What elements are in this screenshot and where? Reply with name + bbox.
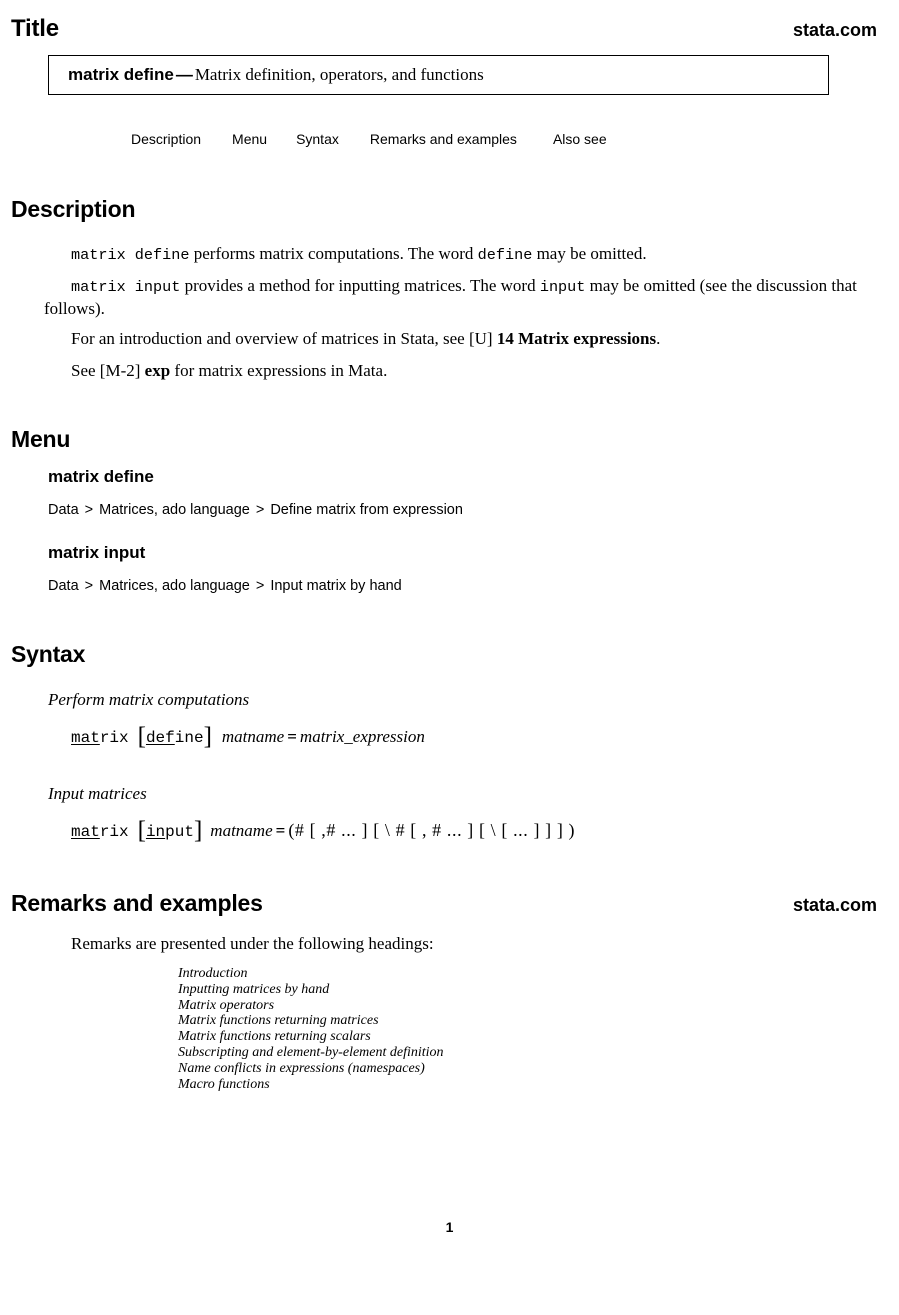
menu-path-matrix-input: Data > Matrices, ado language > Input matrix… — [48, 579, 402, 594]
menu-path-segment: Data — [48, 502, 79, 518]
syntax-line-matrix-input: matrix [input] matname = (# [ ,# ... ] [ \ #… — [71, 817, 576, 844]
menu-entry-title-matrix-define: matrix define — [48, 467, 154, 486]
nav-link-also-see[interactable]: Also see — [553, 131, 607, 147]
description-p4-text-1: See [M-2] — [71, 361, 145, 380]
syntax-opt-rest: put — [165, 823, 194, 841]
manual-ref-exp[interactable]: exp — [145, 361, 171, 380]
entry-title-box: matrix define — Matrix definition, operato… — [48, 55, 829, 95]
manual-ref-14-matrix-expressions[interactable]: 14 Matrix expressions — [497, 329, 656, 348]
description-paragraph-2: matrix input provides a method for input… — [44, 275, 877, 319]
stata-com-link-remarks[interactable]: stata.com — [793, 896, 877, 914]
entry-command-name: matrix define — [68, 65, 174, 84]
nav-link-menu[interactable]: Menu — [232, 131, 267, 147]
syntax-cmd-abbrev: mat — [71, 729, 100, 747]
list-item[interactable]: Introduction — [178, 966, 444, 982]
stata-com-link-header[interactable]: stata.com — [793, 21, 877, 39]
section-nav-links: Description Menu Syntax Remarks and exam… — [131, 131, 607, 147]
syntax-opt-rest: ine — [174, 729, 204, 747]
code-define: define — [477, 246, 533, 264]
description-paragraph-1: matrix define performs matrix computatio… — [71, 243, 877, 266]
menu-path-segment: Matrices, ado language — [99, 578, 250, 594]
description-p3-text-2: . — [656, 329, 661, 348]
nav-link-description[interactable]: Description — [131, 131, 201, 147]
page-header: Title stata.com — [11, 17, 877, 41]
menu-path-separator-icon: > — [255, 578, 265, 594]
menu-path-separator-icon: > — [84, 578, 94, 594]
syntax-arg-matname: matname — [221, 727, 285, 746]
list-item[interactable]: Subscripting and element-by-element defi… — [178, 1045, 444, 1061]
list-item[interactable]: Matrix operators — [178, 998, 444, 1014]
page-title: Title — [11, 15, 59, 42]
list-item[interactable]: Name conflicts in expressions (namespace… — [178, 1061, 444, 1077]
syntax-cmd-rest: rix — [99, 729, 129, 747]
heading-menu: Menu — [11, 426, 71, 452]
description-p3-text-1: For an introduction and overview of matr… — [71, 329, 497, 348]
entry-title-description: Matrix definition, operators, and functi… — [194, 65, 484, 84]
menu-entry-title-matrix-input: matrix input — [48, 543, 146, 562]
syntax-label-input-matrices: Input matrices — [48, 784, 147, 803]
syntax-arg-matrix-expression: matrix_expression — [299, 727, 425, 746]
menu-path-separator-icon: > — [84, 502, 94, 518]
syntax-cmd-abbrev: mat — [71, 823, 100, 841]
list-item[interactable]: Macro functions — [178, 1077, 444, 1093]
heading-remarks-and-examples: Remarks and examples — [11, 890, 263, 916]
syntax-equals-sign: = — [275, 821, 286, 840]
menu-path-segment: Data — [48, 578, 79, 594]
menu-path-segment: Input matrix by hand — [270, 578, 402, 594]
menu-path-segment: Matrices, ado language — [99, 502, 250, 518]
heading-remarks-row: Remarks and examples stata.com — [11, 892, 877, 915]
nav-link-syntax[interactable]: Syntax — [296, 131, 339, 147]
remarks-heading-list: Introduction Inputting matrices by hand … — [178, 966, 444, 1092]
menu-path-segment: Define matrix from expression — [270, 502, 463, 518]
list-item[interactable]: Matrix functions returning scalars — [178, 1029, 444, 1045]
description-p2-text-1: provides a method for inputting matrices… — [180, 276, 540, 295]
heading-description: Description — [11, 196, 136, 222]
code-matrix-input: matrix input — [71, 278, 181, 296]
syntax-arg-matname: matname — [210, 821, 273, 840]
syntax-opt-abbrev: def — [145, 729, 175, 747]
code-input: input — [539, 278, 586, 296]
syntax-opt-abbrev: in — [145, 823, 166, 841]
page-number: 1 — [445, 1219, 454, 1235]
syntax-number-spec: (# [ ,# ... ] [ \ # [ , # ... ] [ \ [ ..… — [288, 820, 576, 840]
description-paragraph-3: For an introduction and overview of matr… — [71, 328, 877, 349]
list-item[interactable]: Matrix functions returning matrices — [178, 1013, 444, 1029]
menu-path-matrix-define: Data > Matrices, ado language > Define matri… — [48, 503, 463, 518]
code-matrix-define: matrix define — [71, 246, 190, 264]
nav-link-remarks-and-examples[interactable]: Remarks and examples — [370, 131, 517, 147]
syntax-equals-sign: = — [287, 727, 297, 746]
syntax-label-perform-matrix-computations: Perform matrix computations — [48, 690, 250, 709]
description-paragraph-4: See [M-2] exp for matrix expressions in … — [71, 360, 877, 381]
syntax-cmd-rest: rix — [99, 823, 129, 841]
description-p4-text-2: for matrix expressions in Mata. — [170, 361, 388, 380]
entry-title-dash: — — [175, 65, 193, 84]
list-item[interactable]: Inputting matrices by hand — [178, 982, 444, 998]
description-p1-text-2: may be omitted. — [532, 244, 647, 263]
remarks-intro-text: Remarks are presented under the followin… — [71, 934, 434, 953]
description-p1-text-1: performs matrix computations. The word — [189, 244, 478, 263]
entry-title-text: matrix define — Matrix definition, operato… — [49, 65, 484, 85]
document-page: Title stata.com matrix define — Matrix def… — [0, 0, 899, 1315]
menu-path-separator-icon: > — [255, 502, 265, 518]
syntax-line-matrix-define: matrix [define] matname = matrix_expression — [71, 723, 425, 750]
heading-syntax: Syntax — [11, 641, 86, 667]
